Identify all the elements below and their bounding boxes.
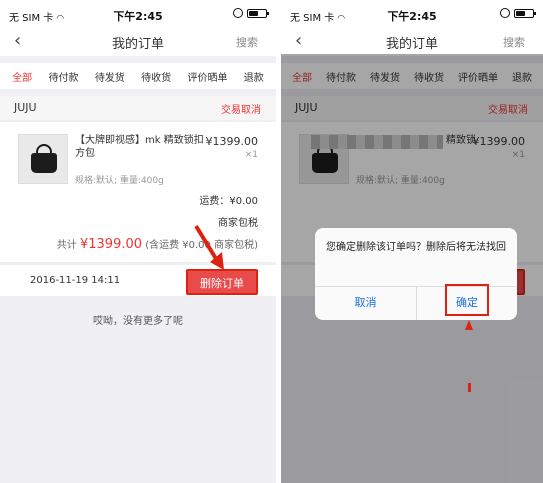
product-price: ¥1399.00 <box>205 135 259 148</box>
tab-refund[interactable]: 退款 <box>244 69 264 84</box>
status-bar: 无 SIM 卡 ◠ 下午2:45 <box>281 0 543 30</box>
order-tabs: 全部 待付款 待发货 待收货 评价晒单 退款 <box>0 63 276 89</box>
search-button[interactable]: 搜索 <box>236 34 258 50</box>
dialog-message: 您确定删除该订单吗？删除后将无法找回 <box>326 242 506 253</box>
shipping-value: ¥0.00 <box>229 196 258 207</box>
up-arrow-annotation <box>465 320 473 330</box>
battery-icon <box>247 8 269 18</box>
tab-pending-payment[interactable]: 待付款 <box>48 69 78 84</box>
shipping-row: 运费：¥0.00 <box>199 192 258 207</box>
red-arrow-annotation <box>194 224 224 270</box>
order-status-badge: 交易取消 <box>221 105 261 116</box>
confirm-highlight-box <box>445 284 489 316</box>
page-title: 我的订单 <box>111 37 164 52</box>
nav-bar: ‹ 我的订单 搜索 <box>0 30 276 56</box>
order-footer: 2016-11-19 14:11 删除订单 <box>0 264 276 296</box>
total-label: 共计 <box>56 240 77 251</box>
orientation-lock-icon <box>233 8 243 18</box>
shipping-label: 运费： <box>199 196 230 207</box>
delete-order-button[interactable]: 删除订单 <box>186 269 258 295</box>
orientation-lock-icon <box>500 8 510 18</box>
battery-icon <box>514 8 536 18</box>
no-more-text: 哎呦，没有更多了呢 <box>93 316 183 327</box>
shop-name[interactable]: JUJU <box>14 101 37 114</box>
tab-pending-receipt[interactable]: 待收货 <box>141 69 171 84</box>
dialog-cancel-button[interactable]: 取消 <box>315 294 416 310</box>
order-date: 2016-11-19 14:11 <box>30 275 121 286</box>
product-thumbnail[interactable] <box>18 134 68 184</box>
product-spec: 规格:默认; 重量:400g <box>75 176 164 186</box>
order-card[interactable]: 【大牌即视感】mk 精致锁扣方包 ¥1399.00 ×1 规格:默认; 重量:4… <box>0 122 276 262</box>
nav-bar: ‹ 我的订单 搜索 <box>281 30 543 56</box>
tab-review[interactable]: 评价晒单 <box>187 69 227 84</box>
right-screen: 无 SIM 卡 ◠ 下午2:45 ‹ 我的订单 搜索 全部 待付款 待发货 待收货… <box>281 0 543 483</box>
tab-all[interactable]: 全部 <box>12 69 32 84</box>
search-button[interactable]: 搜索 <box>503 34 525 50</box>
total-amount: ¥1399.00 <box>79 237 143 252</box>
red-mark <box>468 383 471 392</box>
tab-pending-shipment[interactable]: 待发货 <box>95 69 125 84</box>
status-bar: 无 SIM 卡 ◠ 下午2:45 <box>0 0 276 30</box>
left-screen: 无 SIM 卡 ◠ 下午2:45 ‹ 我的订单 搜索 全部 待付款 待发货 待收货… <box>0 0 276 483</box>
shop-header: JUJU 交易取消 <box>0 96 276 120</box>
product-quantity: ×1 <box>244 150 258 160</box>
product-title: 【大牌即视感】mk 精致锁扣方包 <box>75 135 204 159</box>
